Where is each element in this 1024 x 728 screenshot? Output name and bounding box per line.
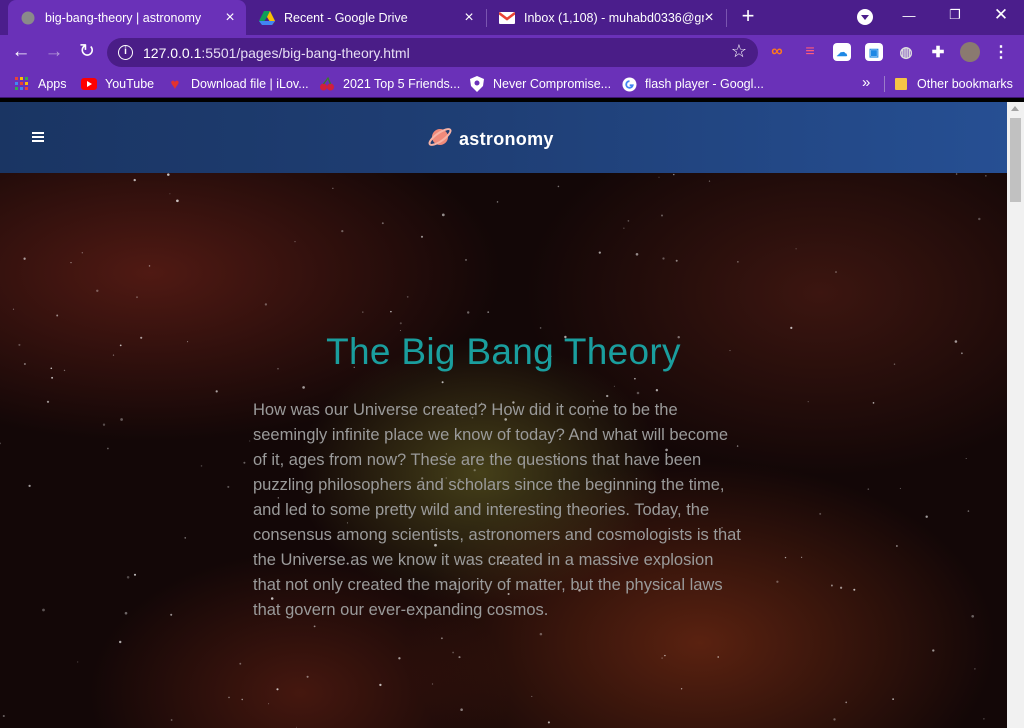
close-icon[interactable]: × bbox=[461, 10, 477, 26]
tab-separator bbox=[726, 9, 727, 27]
site-logo[interactable]: astronomy bbox=[427, 124, 554, 155]
heart-icon: ♥ bbox=[170, 75, 180, 93]
bookmark-star-icon[interactable]: ☆ bbox=[731, 41, 747, 62]
reload-button[interactable]: ↻ bbox=[75, 40, 99, 64]
extension-infinity-icon[interactable]: ∞ bbox=[768, 43, 786, 61]
extensions-puzzle-icon[interactable]: ✚ bbox=[929, 43, 947, 61]
bookmark-label: flash player - Googl... bbox=[645, 77, 764, 91]
site-header: astronomy bbox=[0, 102, 1007, 173]
bookmark-other[interactable]: Other bookmarks bbox=[893, 76, 1013, 92]
globe-icon bbox=[20, 10, 36, 26]
site-brand-name: astronomy bbox=[459, 129, 554, 149]
chevron-right-icon[interactable]: » bbox=[862, 74, 870, 91]
bookmark-flash-player[interactable]: flash player - Googl... bbox=[621, 76, 764, 92]
new-tab-button[interactable]: + bbox=[737, 5, 759, 28]
google-drive-icon bbox=[259, 10, 275, 26]
extension-globe-icon[interactable]: ◍ bbox=[897, 43, 915, 61]
cherry-icon bbox=[319, 76, 335, 92]
tab-title: Inbox (1,108) - muhabd0336@gm bbox=[524, 10, 704, 25]
tab-strip: big-bang-theory | astronomy × Recent - G… bbox=[0, 0, 1024, 35]
gmail-icon bbox=[499, 10, 515, 26]
bookmark-label: Apps bbox=[38, 77, 67, 91]
folder-icon bbox=[893, 76, 909, 92]
tab-gmail-inbox[interactable]: Inbox (1,108) - muhabd0336@gm × bbox=[487, 0, 725, 35]
bookmarks-bar: Apps YouTube ♥ Download file | iLov... 2… bbox=[0, 70, 1024, 98]
close-icon[interactable]: × bbox=[222, 10, 238, 26]
tab-title: big-bang-theory | astronomy bbox=[45, 10, 202, 25]
menu-hamburger-icon[interactable] bbox=[32, 132, 44, 142]
tab-google-drive[interactable]: Recent - Google Drive × bbox=[247, 0, 485, 35]
page-scrollbar[interactable] bbox=[1007, 102, 1024, 728]
google-icon bbox=[621, 76, 637, 92]
address-bar[interactable]: i 127.0.0.1:5501/pages/big-bang-theory.h… bbox=[107, 38, 758, 67]
menu-kebab-icon[interactable]: ⋮ bbox=[992, 43, 1010, 61]
youtube-icon bbox=[81, 76, 97, 92]
scrollbar-thumb[interactable] bbox=[1010, 118, 1021, 202]
bookmark-label: Download file | iLov... bbox=[191, 77, 309, 91]
bookmark-youtube[interactable]: YouTube bbox=[81, 76, 154, 92]
forward-button[interactable]: → bbox=[42, 40, 66, 64]
bookmarks-divider bbox=[884, 76, 885, 92]
minimize-button[interactable]: — bbox=[886, 0, 932, 30]
bookmark-never-compromise[interactable]: Never Compromise... bbox=[469, 76, 611, 92]
bookmark-label: 2021 Top 5 Friends... bbox=[343, 77, 461, 91]
extension-cloud-icon[interactable]: ☁ bbox=[833, 43, 851, 61]
tab-big-bang-theory[interactable]: big-bang-theory | astronomy × bbox=[8, 0, 246, 35]
tab-title: Recent - Google Drive bbox=[284, 10, 408, 25]
scroll-up-arrow-icon[interactable] bbox=[1011, 106, 1019, 111]
extension-stripes-icon[interactable]: ≡ bbox=[801, 43, 819, 61]
bookmark-label: YouTube bbox=[105, 77, 155, 91]
browser-toolbar: ← → ↻ i 127.0.0.1:5501/pages/big-bang-th… bbox=[0, 35, 1024, 70]
intro-paragraph: How was our Universe created? How did it… bbox=[253, 401, 741, 619]
site-info-icon[interactable]: i bbox=[118, 45, 133, 60]
restore-button[interactable]: ❐ bbox=[932, 0, 978, 30]
url-path: :5501/pages/big-bang-theory.html bbox=[201, 45, 410, 61]
hero-section: The Big Bang Theory How was our Universe… bbox=[0, 173, 1007, 728]
tab-search-icon[interactable] bbox=[857, 9, 873, 25]
page-title: The Big Bang Theory bbox=[326, 331, 681, 372]
close-icon[interactable]: × bbox=[701, 10, 717, 26]
bookmark-label: Other bookmarks bbox=[917, 77, 1013, 91]
url-text[interactable]: 127.0.0.1:5501/pages/big-bang-theory.htm… bbox=[143, 45, 410, 61]
bookmark-ilovepdf[interactable]: ♥ Download file | iLov... bbox=[167, 75, 309, 93]
bookmark-top5-friends[interactable]: 2021 Top 5 Friends... bbox=[319, 76, 460, 92]
page-viewport: astronomy The Big Bang Theory How was ou… bbox=[0, 102, 1007, 728]
extension-screen-icon[interactable]: ▣ bbox=[865, 43, 883, 61]
bookmark-apps[interactable]: Apps bbox=[14, 76, 67, 92]
apps-grid-icon bbox=[14, 76, 30, 92]
back-button[interactable]: ← bbox=[9, 40, 33, 64]
planet-icon bbox=[427, 124, 453, 155]
shield-icon bbox=[469, 76, 485, 92]
bookmark-label: Never Compromise... bbox=[493, 77, 612, 91]
close-window-button[interactable]: ✕ bbox=[978, 0, 1024, 30]
url-host: 127.0.0.1 bbox=[143, 45, 202, 61]
avatar[interactable] bbox=[960, 42, 980, 62]
